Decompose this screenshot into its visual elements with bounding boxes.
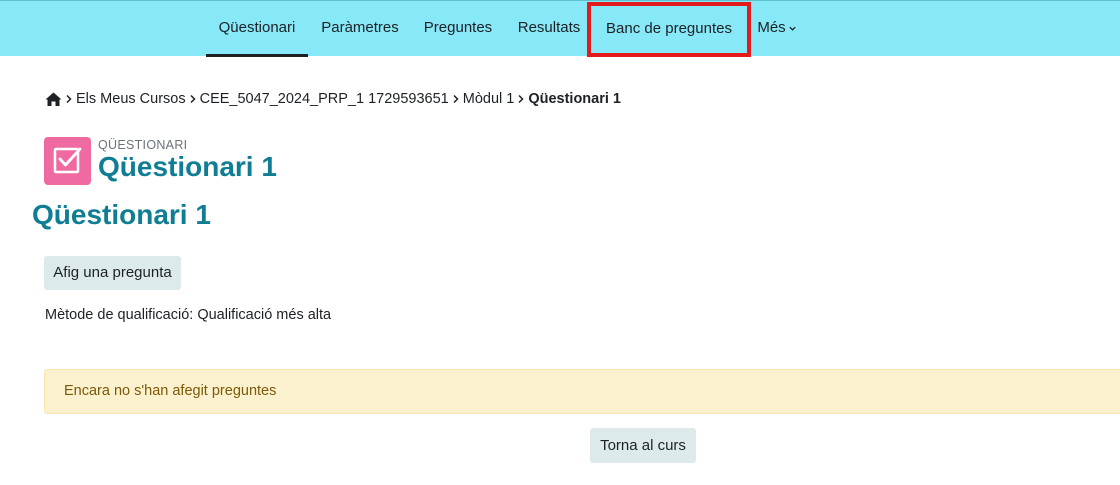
- grading-method: Mètode de qualificació: Qualificació més …: [45, 307, 331, 323]
- tab-question-bank-label: Banc de preguntes: [606, 20, 732, 37]
- no-questions-alert: Encara no s'han afegit preguntes: [44, 369, 1120, 414]
- tab-settings[interactable]: Paràmetres: [315, 1, 405, 57]
- tab-questions[interactable]: Preguntes: [418, 1, 498, 57]
- grading-method-value: Qualificació més alta: [197, 307, 332, 323]
- tab-more-label: Més: [757, 19, 786, 36]
- secondary-navigation: Qüestionari Paràmetres Preguntes Resulta…: [0, 0, 1120, 57]
- tab-quiz[interactable]: Qüestionari: [206, 1, 308, 57]
- breadcrumb-my-courses[interactable]: Els Meus Cursos: [76, 91, 186, 107]
- activity-title: Qüestionari 1: [98, 151, 277, 182]
- activity-type-label: QÜESTIONARI: [98, 138, 188, 152]
- breadcrumb: Els Meus Cursos CEE_5047_2024_PRP_1 1729…: [45, 89, 621, 109]
- quiz-activity-icon: [44, 137, 91, 185]
- add-question-button[interactable]: Afig una pregunta: [44, 256, 181, 290]
- home-icon[interactable]: [45, 92, 62, 107]
- breadcrumb-current: Qüestionari 1: [528, 91, 621, 107]
- checkbox-icon: [53, 147, 82, 174]
- chevron-down-icon: [789, 26, 796, 31]
- tab-results[interactable]: Resultats: [512, 1, 586, 57]
- grading-method-label: Mètode de qualificació:: [45, 307, 194, 323]
- chevron-right-icon: [518, 94, 524, 104]
- page-heading: Qüestionari 1: [32, 199, 211, 230]
- chevron-right-icon: [453, 94, 459, 104]
- tab-more[interactable]: Més: [752, 1, 802, 57]
- breadcrumb-module[interactable]: Mòdul 1: [463, 91, 515, 107]
- chevron-right-icon: [190, 94, 196, 104]
- chevron-right-icon: [66, 94, 72, 104]
- back-to-course-button[interactable]: Torna al curs: [590, 428, 696, 463]
- breadcrumb-course[interactable]: CEE_5047_2024_PRP_1 1729593651: [200, 91, 449, 107]
- tab-question-bank[interactable]: Banc de preguntes: [587, 2, 751, 57]
